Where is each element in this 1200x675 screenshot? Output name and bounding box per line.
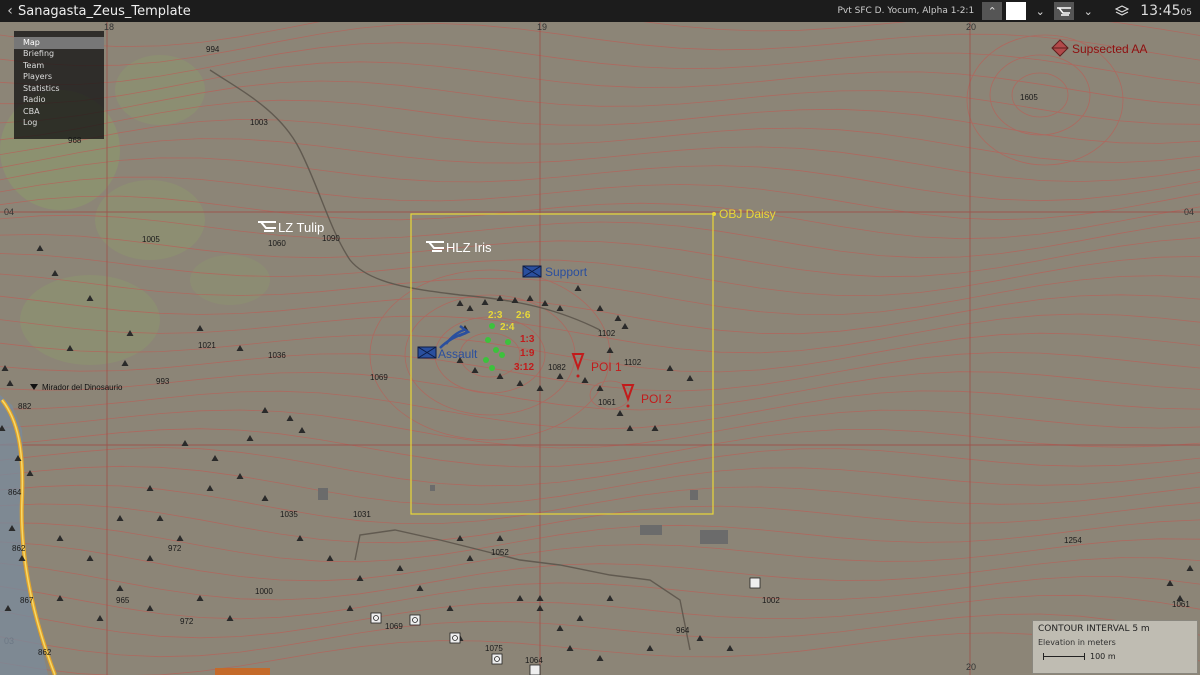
elevation-label: 1002 (762, 596, 780, 605)
mirador-landmark: Mirador del Dinosaurio (30, 383, 123, 392)
elevation-label: 1069 (385, 622, 403, 631)
squad-label: 1:3 (520, 334, 535, 345)
color-swatch-button[interactable] (1006, 2, 1027, 20)
obj-daisy-label: OBJ Daisy (719, 207, 776, 221)
hlz-iris-label: HLZ Iris (446, 240, 492, 255)
elevation-label: 1069 (370, 373, 388, 382)
elevation-label: 972 (168, 544, 182, 553)
elevation-label: 1060 (268, 239, 286, 248)
support-label: Support (545, 265, 588, 279)
marker-dropdown-chevron-icon[interactable]: ⌄ (1078, 2, 1098, 20)
player-name: Pvt SFC D. Yocum, Alpha 1-2:1 (837, 6, 975, 16)
elevation-label: 965 (116, 596, 130, 605)
legend-subtitle: Elevation in meters (1038, 638, 1116, 647)
map-side-menu: Map Briefing Team Players Statistics Radio CBA… (14, 31, 104, 139)
squad-label: 2:6 (516, 310, 531, 321)
scale-bar (1043, 653, 1085, 660)
elevation-label: 1052 (491, 548, 509, 557)
menu-item-statistics[interactable]: Statistics (14, 83, 104, 95)
aa-label: Supsected AA (1072, 42, 1147, 56)
elevation-label: 1254 (1064, 536, 1082, 545)
elevation-label: 994 (206, 45, 220, 54)
elevation-label: 1102 (624, 358, 642, 367)
elevation-label: 1064 (525, 656, 543, 665)
mission-title: Sanagasta_Zeus_Template (18, 3, 191, 19)
lz-tulip-label: LZ Tulip (278, 220, 324, 235)
grid-label: 20 (966, 22, 976, 32)
elevation-label: 1102 (598, 329, 616, 338)
elevation-label: 1090 (322, 234, 340, 243)
elevation-label: 1021 (198, 341, 216, 350)
elevation-label: 993 (156, 377, 170, 386)
structure-block (215, 668, 270, 675)
clock-time: 13:45 (1140, 3, 1181, 19)
grid-label: 19 (537, 22, 547, 32)
elevation-label: 1005 (142, 235, 160, 244)
mirador-label: Mirador del Dinosaurio (42, 383, 123, 392)
layers-icon[interactable] (1112, 2, 1132, 20)
elevation-label: 1075 (485, 644, 503, 653)
elevation-label: 1061 (598, 398, 616, 407)
menu-item-log[interactable]: Log (14, 118, 104, 130)
menu-item-briefing[interactable]: Briefing (14, 49, 104, 61)
menu-item-players[interactable]: Players (14, 72, 104, 84)
contour-legend: CONTOUR INTERVAL 5 m Elevation in meters… (1032, 620, 1198, 674)
elevation-label: 1003 (250, 118, 268, 127)
elevation-label: 964 (676, 626, 690, 635)
grid-label: 04 (1184, 207, 1194, 217)
back-arrow-icon[interactable]: ‹ (2, 3, 18, 19)
scale-label: 100 m (1090, 652, 1116, 661)
elevation-label: 862 (12, 544, 26, 553)
elevation-label: 882 (18, 402, 32, 411)
elevation-label: 1036 (268, 351, 286, 360)
poi1-label: POI 1 (591, 360, 622, 374)
menu-item-cba[interactable]: CBA (14, 106, 104, 118)
map-canvas[interactable]: 18 19 20 04 03 04 20 9941003968100510601… (0, 22, 1200, 675)
top-bar: ‹ Sanagasta_Zeus_Template Pvt SFC D. Yoc… (0, 0, 1200, 22)
grid-label: 18 (104, 22, 114, 32)
elevation-label: 1000 (255, 587, 273, 596)
support-marker[interactable]: Support (522, 265, 588, 279)
poi2-label: POI 2 (641, 392, 672, 406)
elevation-label: 867 (20, 596, 34, 605)
legend-title: CONTOUR INTERVAL 5 m (1038, 624, 1150, 634)
clock-seconds: 05 (1180, 8, 1192, 18)
elevation-label: 1605 (1020, 93, 1038, 102)
elevation-label: 972 (180, 617, 194, 626)
dropdown-chevron-icon[interactable]: ⌄ (1030, 2, 1050, 20)
menu-item-map[interactable]: Map (14, 37, 104, 49)
collapse-up-icon[interactable]: ⌃ (982, 2, 1003, 20)
elevation-label: 862 (38, 648, 52, 657)
elevation-label: 1031 (353, 510, 371, 519)
elevation-label: 1061 (1172, 600, 1190, 609)
menu-item-radio[interactable]: Radio (14, 95, 104, 107)
squad-label: 2:3 (488, 310, 503, 321)
grid-label: 20 (966, 662, 976, 672)
elevation-label: 1035 (280, 510, 298, 519)
menu-item-team[interactable]: Team (14, 60, 104, 72)
assault-label: Assault (438, 347, 478, 361)
elevation-label: 864 (8, 488, 22, 497)
helicopter-marker-icon[interactable] (1054, 2, 1075, 20)
elevation-label: 1082 (548, 363, 566, 372)
grid-label: 04 (4, 207, 14, 217)
squad-label: 1:9 (520, 348, 535, 359)
squad-label: 3:12 (514, 362, 534, 373)
squad-label: 2:4 (500, 322, 515, 333)
mission-clock: 13:4505 (1140, 3, 1192, 19)
